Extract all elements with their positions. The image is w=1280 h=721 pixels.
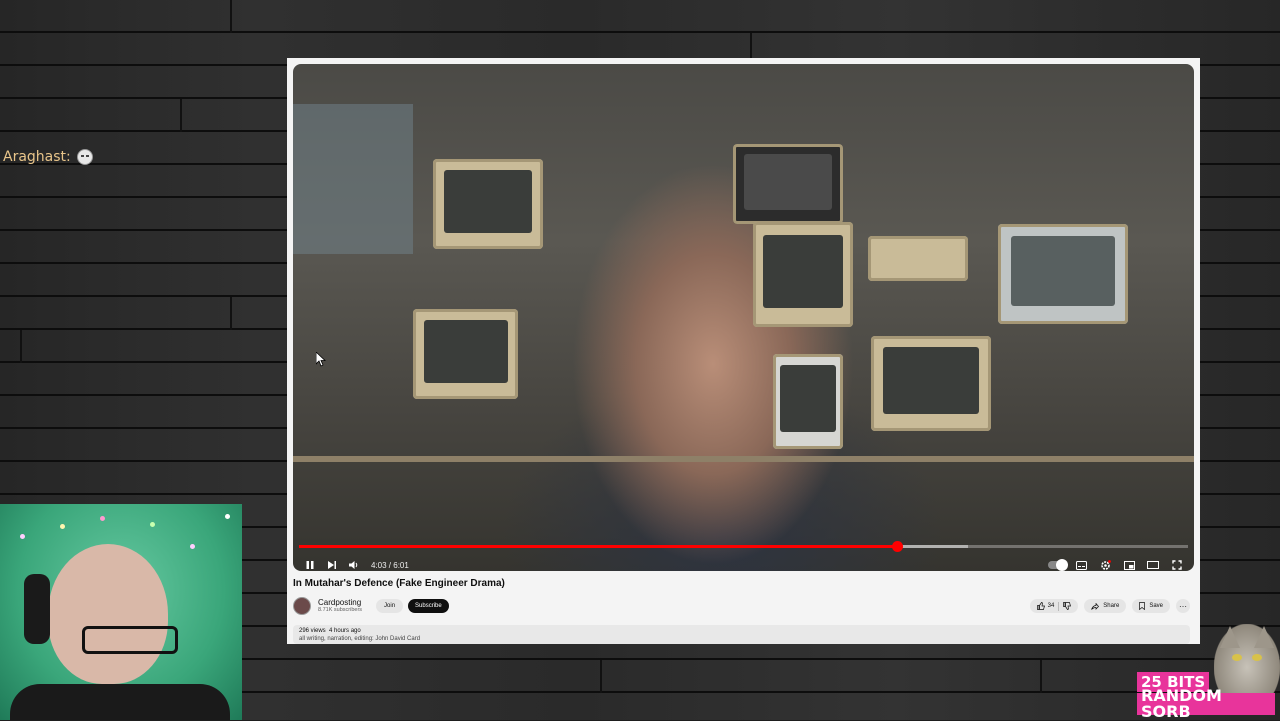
alert-username: RANDOM SORB: [1137, 688, 1275, 720]
more-actions-button[interactable]: ⋯: [1176, 599, 1190, 613]
video-scene: [733, 144, 843, 224]
plank-seam: [600, 660, 602, 693]
video-player[interactable]: 4:03 / 6:01: [293, 64, 1194, 571]
streamer-webcam: [0, 504, 242, 720]
video-scene: [773, 354, 843, 449]
mouse-cursor-icon: [316, 352, 326, 367]
share-icon: [1091, 602, 1100, 610]
fullscreen-icon[interactable]: [1166, 554, 1188, 571]
time-display: 4:03 / 6:01: [371, 560, 409, 570]
pause-icon[interactable]: [299, 554, 321, 571]
cat-eye: [1232, 654, 1242, 661]
share-button[interactable]: Share: [1084, 599, 1127, 613]
subtitles-icon[interactable]: [1070, 554, 1092, 571]
video-actions: 34 Share Save ⋯: [1029, 599, 1190, 613]
string-light: [150, 522, 155, 527]
channel-info: Cardposting 8.71K subscribers: [318, 598, 363, 614]
upload-date: 4 hours ago: [329, 628, 361, 634]
progress-scrubber-handle[interactable]: [892, 541, 904, 552]
player-controls: 4:03 / 6:01: [299, 553, 1188, 571]
plank-seam: [180, 99, 182, 132]
video-scene: [413, 309, 518, 399]
video-scene: [293, 104, 413, 254]
video-title: In Mutahar's Defence (Fake Engineer Dram…: [293, 578, 505, 589]
plank-seam: [230, 297, 232, 330]
headphones: [24, 574, 50, 644]
autoplay-toggle[interactable]: [1046, 554, 1068, 571]
streamer-head: [48, 544, 168, 684]
like-button[interactable]: 34: [1036, 602, 1055, 610]
dislike-button[interactable]: [1063, 602, 1072, 610]
subscriber-count: 8.71K subscribers: [318, 607, 363, 614]
save-icon: [1139, 602, 1146, 610]
share-label: Share: [1103, 603, 1120, 609]
description-text: all writing, narration, editing: John Da…: [299, 636, 421, 642]
join-button[interactable]: Join: [376, 599, 404, 613]
channel-row: Cardposting 8.71K subscribers Join Subsc…: [293, 596, 1190, 616]
chat-message: Araghast:: [3, 147, 93, 167]
video-scene: [871, 336, 991, 431]
streamer-glasses: [82, 626, 178, 654]
progress-played: [299, 545, 898, 548]
string-light: [190, 544, 195, 549]
volume-icon[interactable]: [343, 554, 365, 571]
streamer-body: [10, 684, 230, 720]
save-button[interactable]: Save: [1132, 599, 1170, 613]
video-scene: [293, 456, 1194, 462]
cat-eye: [1252, 654, 1262, 661]
description-box[interactable]: 296 views 4 hours ago all writing, narra…: [293, 625, 1190, 644]
next-icon[interactable]: [321, 554, 343, 571]
grimace-emote-icon: [76, 149, 93, 165]
pill-divider: [1058, 601, 1060, 611]
string-light: [60, 524, 65, 529]
string-light: [20, 534, 25, 539]
thumbs-up-icon: [1036, 602, 1045, 610]
plank-seam: [20, 330, 22, 363]
string-light: [100, 516, 105, 521]
video-scene: [753, 222, 853, 327]
youtube-page: 4:03 / 6:01 In Mutahar's Defence (Fake E…: [287, 58, 1200, 644]
plank-seam: [1040, 660, 1042, 693]
plank-seam: [230, 0, 232, 33]
channel-name[interactable]: Cardposting: [318, 598, 362, 608]
thumbs-down-icon: [1063, 602, 1072, 610]
string-light: [225, 514, 230, 519]
like-dislike-group: 34: [1029, 599, 1079, 613]
progress-bar[interactable]: [299, 541, 1188, 552]
channel-avatar[interactable]: [293, 597, 311, 615]
chat-username: Araghast:: [3, 149, 71, 165]
video-scene: [433, 159, 543, 249]
miniplayer-icon[interactable]: [1118, 554, 1140, 571]
theater-icon[interactable]: [1142, 554, 1164, 571]
view-count-and-date: 296 views 4 hours ago: [299, 628, 1184, 634]
like-count: 34: [1047, 603, 1055, 609]
video-scene: [868, 236, 968, 281]
video-scene: [998, 224, 1128, 324]
subscribe-button[interactable]: Subscribe: [408, 599, 449, 613]
save-label: Save: [1149, 603, 1163, 609]
view-count: 296 views: [299, 628, 326, 634]
settings-icon[interactable]: [1094, 554, 1116, 571]
bits-alert: 25 BITS RANDOM SORB: [1137, 672, 1275, 720]
